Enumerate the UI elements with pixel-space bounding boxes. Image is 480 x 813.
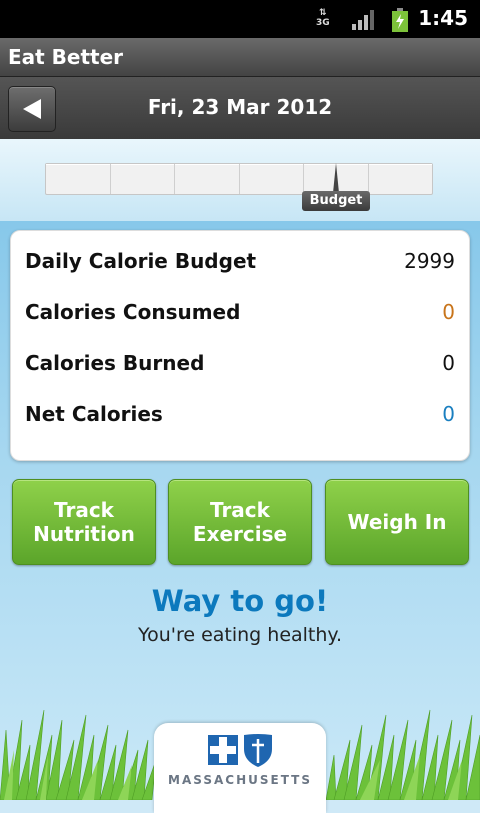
budget-marker-label: Budget [302, 191, 370, 211]
slider-segment [111, 164, 175, 194]
app-title-bar: Eat Better [0, 38, 480, 77]
stat-row-daily-budget: Daily Calorie Budget 2999 [25, 249, 455, 279]
signal-strength-icon [352, 10, 374, 30]
stat-row-net-calories: Net Calories 0 [25, 402, 455, 432]
stat-label: Calories Burned [25, 351, 205, 375]
weigh-in-button[interactable]: Weigh In [325, 479, 469, 565]
cross-and-shield-logo-icon [208, 734, 272, 767]
calorie-stats-card: Daily Calorie Budget 2999 Calories Consu… [10, 230, 470, 461]
encouragement-title: Way to go! [151, 584, 329, 618]
slider-segment [175, 164, 240, 194]
stat-row-calories-consumed: Calories Consumed 0 [25, 300, 455, 330]
slider-segment [369, 164, 433, 194]
stat-value: 0 [442, 351, 455, 375]
app-title: Eat Better [8, 45, 124, 69]
date-header: Fri, 23 Mar 2012 [0, 77, 480, 139]
current-date: Fri, 23 Mar 2012 [147, 95, 333, 119]
slider-segment [46, 164, 111, 194]
calorie-slider-area: Budget [0, 139, 480, 221]
status-clock: 1:45 [418, 6, 468, 30]
track-exercise-button[interactable]: Track Exercise [168, 479, 312, 565]
battery-charging-icon [392, 8, 408, 32]
status-bar: ⇅ 3G 1:45 [0, 0, 480, 38]
stat-value: 0 [442, 402, 455, 426]
stat-value: 2999 [404, 249, 455, 273]
network-3g-icon: ⇅ 3G [316, 8, 330, 28]
stat-label: Net Calories [25, 402, 163, 426]
stat-label: Calories Consumed [25, 300, 241, 324]
stat-value: 0 [442, 300, 455, 324]
logo-region-text: MASSACHUSETTS [168, 773, 312, 787]
track-nutrition-button[interactable]: Track Nutrition [12, 479, 156, 565]
stat-row-calories-burned: Calories Burned 0 [25, 351, 455, 381]
calorie-slider-track[interactable] [45, 163, 433, 195]
stat-label: Daily Calorie Budget [25, 249, 257, 273]
slider-segment [240, 164, 304, 194]
encouragement-subtitle: You're eating healthy. [137, 624, 343, 646]
